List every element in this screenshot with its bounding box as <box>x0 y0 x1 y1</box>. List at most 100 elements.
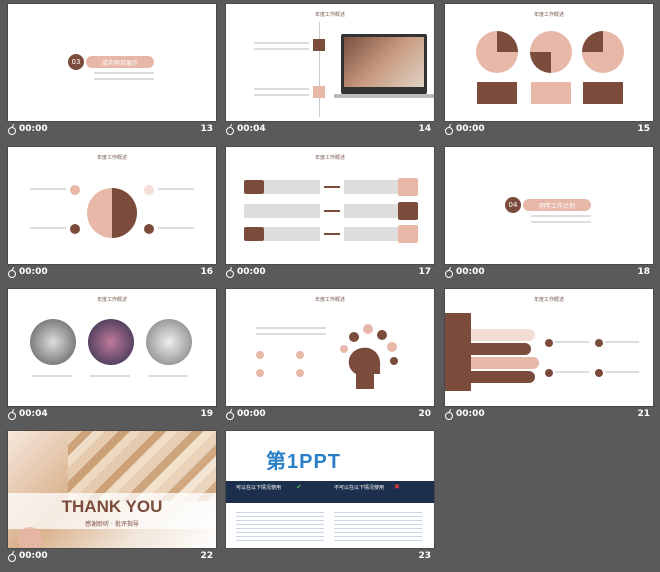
slide-number: 14 <box>418 124 431 134</box>
tablet-photo <box>146 319 192 365</box>
timing-value: 00:00 <box>19 124 48 134</box>
text-line <box>90 375 130 377</box>
timing-value: 00:04 <box>237 124 266 134</box>
slide-number: 21 <box>637 409 650 419</box>
section-number: 04 <box>505 197 521 213</box>
star-icon <box>313 39 325 51</box>
slide-number: 19 <box>200 409 213 419</box>
text-line <box>254 94 309 96</box>
text-box <box>244 204 320 218</box>
pie-icon <box>530 31 572 73</box>
slide-title: 年度工作概述 <box>314 297 345 303</box>
timing: 00:04 <box>226 124 266 135</box>
text-box <box>344 227 400 241</box>
slide-preview: THANK YOU 感谢聆听 · 批评指导 <box>8 431 216 548</box>
timing: 00:00 <box>8 551 48 562</box>
section-number: 03 <box>68 54 84 70</box>
slide-thumb-19[interactable]: 年度工作概述 00:04 19 <box>8 289 216 425</box>
slide-title: 年度工作概述 <box>96 155 127 161</box>
timing-value: 00:00 <box>237 409 266 419</box>
slide-number: 18 <box>637 267 650 277</box>
slide-number: 20 <box>418 409 431 419</box>
text-line <box>148 375 188 377</box>
icon-box <box>398 202 418 220</box>
slide-preview: 年度工作概述 <box>445 289 653 406</box>
text-box <box>344 180 400 194</box>
timing-value: 00:00 <box>456 267 485 277</box>
timing-value: 00:04 <box>19 409 48 419</box>
slide-preview: 年度工作概述 <box>226 4 434 121</box>
slide-thumb-22[interactable]: THANK YOU 感谢聆听 · 批评指导 00:00 22 <box>8 431 216 567</box>
slide-number: 16 <box>200 267 213 277</box>
timeline-line <box>319 22 320 117</box>
slide-preview: 年度工作概述 <box>8 289 216 406</box>
slide-meta: 00:00 15 <box>445 124 653 138</box>
section-title: 明年工作计划 <box>523 199 591 211</box>
thank-you-subtitle: 感谢聆听 · 批评指导 <box>85 521 139 528</box>
text-line <box>254 42 309 44</box>
timing: 00:00 <box>226 409 266 420</box>
slide-thumb-15[interactable]: 年度工作概述 00:00 15 <box>445 4 653 140</box>
slide-thumb-21[interactable]: 年度工作概述 00:00 21 <box>445 289 653 425</box>
slide-thumb-14[interactable]: 年度工作概述 00:04 14 <box>226 4 434 140</box>
clock-icon <box>226 410 235 420</box>
text-line <box>158 188 194 190</box>
text-line <box>158 227 194 229</box>
clock-icon <box>445 125 454 135</box>
icon-box <box>398 178 418 196</box>
bean-photo <box>18 527 42 548</box>
check-icon: ✔ <box>296 483 302 491</box>
keyboard-photo <box>30 319 76 365</box>
bullet-icon <box>296 351 304 359</box>
slide-thumb-13[interactable]: 03 成功项目展示 00:00 13 <box>8 4 216 140</box>
timing: 00:00 <box>445 124 485 135</box>
text-line <box>605 371 639 373</box>
slide-thumb-20[interactable]: 年度工作概述 00:00 20 <box>226 289 434 425</box>
grain-photo <box>68 431 216 501</box>
slide-meta: 00:00 17 <box>226 267 434 281</box>
text-line <box>254 88 309 90</box>
text-line <box>30 188 66 190</box>
slide-meta: 00:00 21 <box>445 409 653 423</box>
clock-icon <box>8 125 17 135</box>
slide-preview: 年度工作概述 <box>445 4 653 121</box>
left-header: 可以在以下情况使用 <box>236 485 282 491</box>
slide-title: 年度工作概述 <box>533 297 564 303</box>
laptop-image <box>341 34 427 94</box>
timing-value: 00:00 <box>19 551 48 561</box>
bullet-icon <box>595 339 603 347</box>
pie-icon <box>476 31 518 73</box>
text-line <box>256 333 326 335</box>
text-box <box>264 180 320 194</box>
slide-meta: 23 <box>226 551 434 565</box>
subtitle-line <box>531 221 591 223</box>
text-line <box>30 227 66 229</box>
slide-number: 15 <box>637 124 650 134</box>
timing-value: 00:00 <box>19 267 48 277</box>
slide-thumb-18[interactable]: 04 明年工作计划 00:00 18 <box>445 147 653 283</box>
side-bar <box>445 313 471 391</box>
arrow-icon <box>324 233 340 235</box>
slide-thumb-23[interactable]: 第1PPT 可以在以下情况使用 不可以在以下情况使用 ✔ ✖ 23 <box>226 431 434 567</box>
right-list <box>334 509 422 543</box>
right-header: 不可以在以下情况使用 <box>334 485 385 491</box>
slide-number: 23 <box>418 551 431 561</box>
clock-icon <box>226 268 235 278</box>
text-line <box>32 375 72 377</box>
bullet-icon <box>144 185 154 195</box>
slide-number: 13 <box>200 124 213 134</box>
timing: 00:00 <box>445 267 485 278</box>
slide-meta: 00:04 14 <box>226 124 434 138</box>
slide-thumb-17[interactable]: 年度工作概述 00:00 17 <box>226 147 434 283</box>
info-box <box>477 82 517 104</box>
slide-title: 年度工作概述 <box>314 155 345 161</box>
slide-title: 年度工作概述 <box>96 297 127 303</box>
slide-preview: 年度工作概述 <box>8 147 216 264</box>
bullet-icon <box>256 369 264 377</box>
cross-icon: ✖ <box>394 483 400 491</box>
text-line <box>254 48 309 50</box>
info-box <box>531 82 571 104</box>
slide-thumb-16[interactable]: 年度工作概述 00:00 16 <box>8 147 216 283</box>
timing: 00:00 <box>8 267 48 278</box>
bullet-icon <box>545 369 553 377</box>
